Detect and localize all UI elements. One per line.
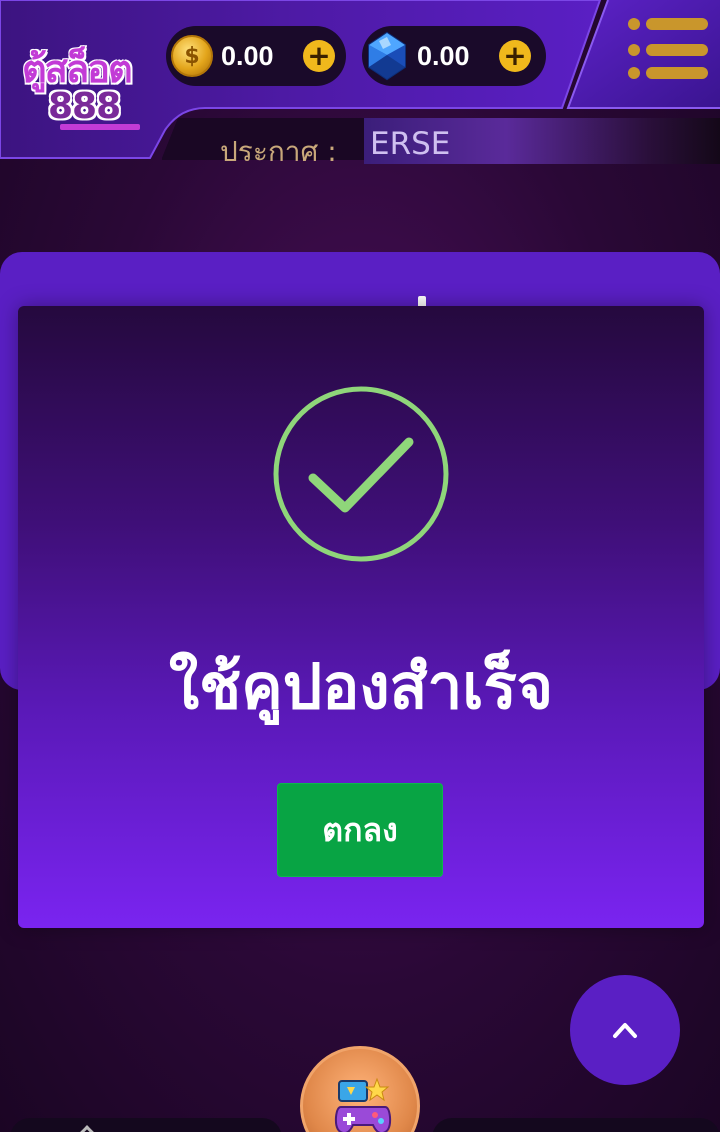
coin-wallet: $ 0.00 + <box>166 26 346 86</box>
gem-balance: 0.00 <box>417 40 470 71</box>
chevron-up-icon <box>613 1023 637 1038</box>
add-coin-button[interactable]: + <box>303 40 335 72</box>
logo-underline <box>60 124 140 130</box>
games-center-button[interactable] <box>300 1046 420 1132</box>
coin-icon: $ <box>171 35 213 77</box>
announcement-text: ERSE <box>370 126 451 162</box>
gem-icon <box>368 31 406 81</box>
site-logo[interactable]: ตู้สล็อต 888 <box>18 36 148 132</box>
nav-home-icon <box>77 1125 97 1132</box>
announcement-marquee: ERSE <box>364 118 720 164</box>
bottom-nav-right[interactable] <box>432 1118 720 1132</box>
announcement-label: ประกาศ : <box>220 135 337 168</box>
success-dialog: ใช้คูปองสำเร็จ ตกลง <box>18 306 704 928</box>
coin-balance: 0.00 <box>221 40 274 71</box>
logo-number: 888 <box>48 86 121 127</box>
dialog-title: ใช้คูปองสำเร็จ <box>168 650 554 723</box>
menu-button[interactable] <box>568 0 720 110</box>
check-circle-icon <box>273 386 449 562</box>
ok-button[interactable]: ตกลง <box>277 783 443 877</box>
hamburger-menu-icon <box>628 18 708 79</box>
top-header: ตู้สล็อต 888 $ 0.00 + 0.00 + ประกาศ : ER… <box>0 0 720 168</box>
add-gem-button[interactable]: + <box>499 40 531 72</box>
gem-wallet: 0.00 + <box>362 26 546 86</box>
scroll-to-top-button[interactable] <box>570 975 680 1085</box>
bottom-nav-left[interactable] <box>10 1118 282 1132</box>
gamepad-icon <box>334 1077 392 1132</box>
